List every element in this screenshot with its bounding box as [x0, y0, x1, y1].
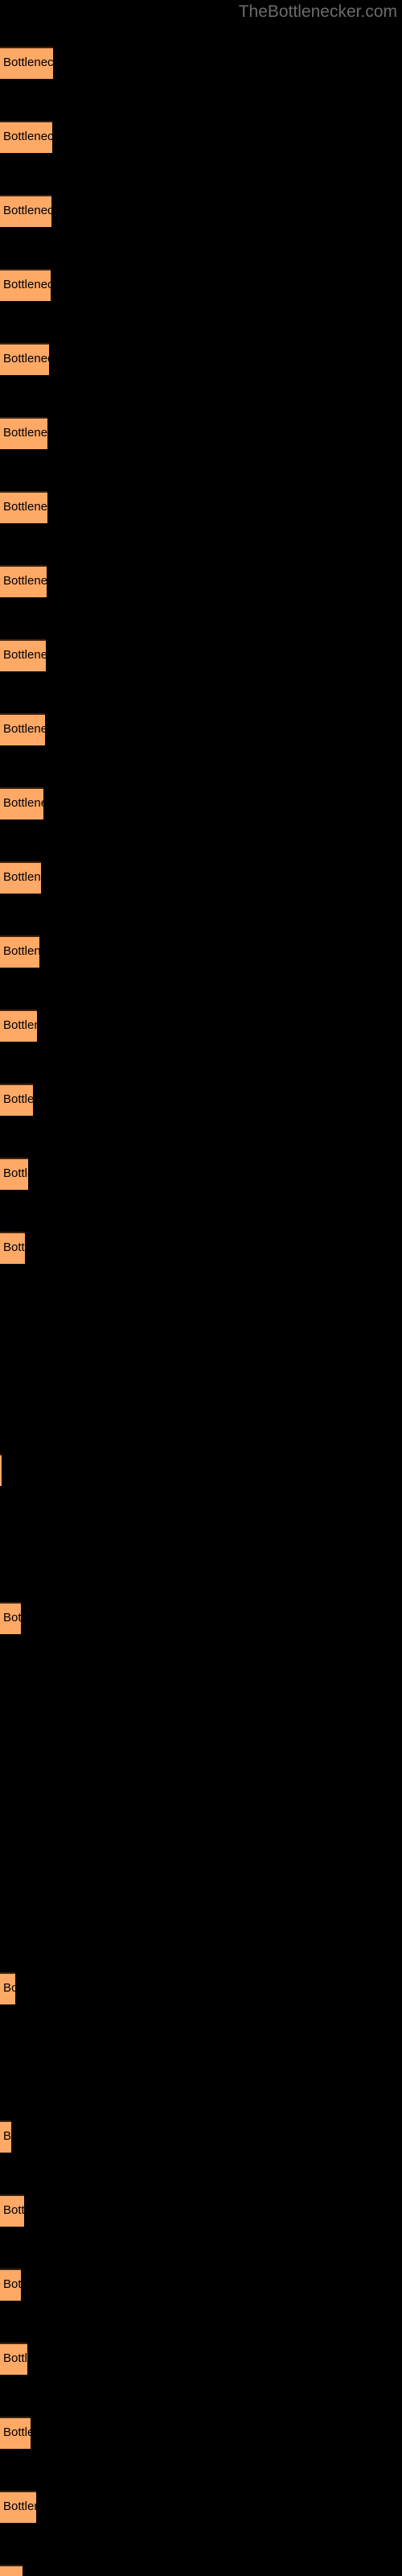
- bar-row[interactable]: Bottleneck result: [0, 2194, 402, 2227]
- bar-rect[interactable]: [0, 1972, 15, 2004]
- bar-row[interactable]: Bottleneck result: [0, 713, 402, 745]
- bar-row[interactable]: Bottleneck result: [0, 2565, 402, 2576]
- bar-clip: Bottleneck result: [0, 121, 52, 153]
- bar-rect[interactable]: [0, 343, 49, 375]
- bar-clip: Bottleneck result: [0, 1232, 25, 1264]
- bar-clip: Bottleneck result: [0, 491, 47, 523]
- bar-clip: Bottleneck result: [0, 2417, 31, 2449]
- bar-rect[interactable]: [0, 2120, 11, 2153]
- bar-row[interactable]: Bottleneck result: [0, 1232, 402, 1264]
- bar-row[interactable]: Bottleneck result: [0, 195, 402, 227]
- bar-rect[interactable]: [0, 935, 39, 968]
- bar-row[interactable]: [0, 1528, 402, 1560]
- bar-rect[interactable]: [0, 491, 47, 523]
- bar-clip: Bottleneck result: [0, 1158, 28, 1190]
- bar-clip: Bottleneck result: [0, 861, 41, 894]
- bar-rect[interactable]: [0, 1009, 37, 1042]
- bar-rect[interactable]: [0, 2194, 24, 2227]
- bar-rect[interactable]: [0, 1158, 28, 1190]
- bar-row[interactable]: [0, 2046, 402, 2079]
- bar-rect[interactable]: [0, 1602, 21, 1634]
- bar-row[interactable]: Bottleneck result: [0, 2417, 402, 2449]
- bar-row[interactable]: [0, 1750, 402, 1782]
- bar-clip: Bottleneck result: [0, 787, 43, 819]
- bar-row[interactable]: [0, 1306, 402, 1338]
- bar-row[interactable]: Bottleneck result: [0, 491, 402, 523]
- bar-row[interactable]: [0, 1824, 402, 1856]
- bar-row[interactable]: Bottleneck result: [0, 1454, 402, 1486]
- bar-row[interactable]: Bottleneck result: [0, 787, 402, 819]
- bar-clip: Bottleneck result: [0, 269, 51, 301]
- bar-clip: Bottleneck result: [0, 1009, 37, 1042]
- bar-rect[interactable]: [0, 47, 53, 79]
- bar-clip: Bottleneck result: [0, 1084, 33, 1116]
- bar-rect[interactable]: [0, 1232, 25, 1264]
- bar-row[interactable]: Bottleneck result: [0, 121, 402, 153]
- bar-row[interactable]: Bottleneck result: [0, 1158, 402, 1190]
- bar-clip: Bottleneck result: [0, 2268, 21, 2301]
- bar-rect[interactable]: [0, 2491, 36, 2523]
- bar-row[interactable]: Bottleneck result: [0, 417, 402, 449]
- bar-row[interactable]: Bottleneck result: [0, 1972, 402, 2004]
- bar-row[interactable]: Bottleneck result: [0, 2343, 402, 2375]
- bar-clip: Bottleneck result: [0, 417, 47, 449]
- bar-row[interactable]: Bottleneck result: [0, 2268, 402, 2301]
- bar-row[interactable]: Bottleneck result: [0, 2120, 402, 2153]
- bar-row[interactable]: Bottleneck result: [0, 935, 402, 968]
- bar-rect[interactable]: [0, 2268, 21, 2301]
- bar-rect[interactable]: [0, 121, 52, 153]
- bar-rect[interactable]: [0, 787, 43, 819]
- bar-rect[interactable]: [0, 2565, 23, 2576]
- bar-clip: Bottleneck result: [0, 565, 47, 597]
- bar-row[interactable]: Bottleneck result: [0, 565, 402, 597]
- bar-row[interactable]: Bottleneck result: [0, 269, 402, 301]
- bar-row[interactable]: Bottleneck result: [0, 47, 402, 79]
- bar-clip: Bottleneck result: [0, 2120, 11, 2153]
- bar-row[interactable]: Bottleneck result: [0, 1084, 402, 1116]
- bar-row[interactable]: [0, 1898, 402, 1930]
- bar-clip: Bottleneck result: [0, 2565, 23, 2576]
- bar-clip: Bottleneck result: [0, 2194, 24, 2227]
- bar-clip: Bottleneck result: [0, 2343, 27, 2375]
- bar-rect[interactable]: [0, 565, 47, 597]
- bar-rect[interactable]: [0, 2343, 27, 2375]
- bar-row[interactable]: Bottleneck result: [0, 639, 402, 671]
- bar-clip: Bottleneck result: [0, 47, 53, 79]
- bar-chart: TheBottlenecker.com Bottleneck result Bot…: [0, 0, 402, 2576]
- bar-row[interactable]: Bottleneck result: [0, 861, 402, 894]
- bar-rect[interactable]: [0, 861, 41, 894]
- bar-clip: Bottleneck result: [0, 639, 46, 671]
- bar-rect[interactable]: [0, 2417, 31, 2449]
- bar-rect[interactable]: [0, 417, 47, 449]
- bar-rect[interactable]: [0, 1454, 2, 1486]
- bar-clip: Bottleneck result: [0, 935, 39, 968]
- bar-row[interactable]: [0, 1676, 402, 1708]
- bar-row[interactable]: [0, 1380, 402, 1412]
- bar-row[interactable]: Bottleneck result: [0, 2491, 402, 2523]
- bar-clip: Bottleneck result: [0, 1454, 2, 1486]
- bar-rect[interactable]: [0, 269, 51, 301]
- bar-clip: Bottleneck result: [0, 1972, 15, 2004]
- bar-clip: Bottleneck result: [0, 195, 51, 227]
- bar-rect[interactable]: [0, 713, 45, 745]
- bar-row[interactable]: Bottleneck result: [0, 1009, 402, 1042]
- bar-clip: Bottleneck result: [0, 713, 45, 745]
- site-watermark: TheBottlenecker.com: [238, 2, 397, 21]
- bar-rect[interactable]: [0, 195, 51, 227]
- bar-clip: Bottleneck result: [0, 2491, 36, 2523]
- bar-clip: Bottleneck result: [0, 343, 49, 375]
- bar-rect[interactable]: [0, 639, 46, 671]
- bar-row[interactable]: Bottleneck result: [0, 1602, 402, 1634]
- bar-rect[interactable]: [0, 1084, 33, 1116]
- bar-clip: Bottleneck result: [0, 1602, 21, 1634]
- bar-row[interactable]: Bottleneck result: [0, 343, 402, 375]
